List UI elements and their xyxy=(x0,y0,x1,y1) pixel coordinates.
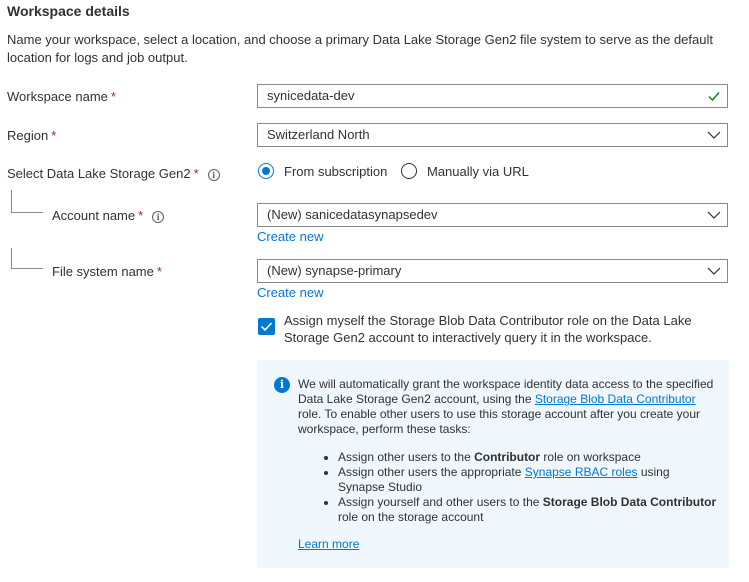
required-marker: * xyxy=(51,128,57,143)
region-label-text: Region xyxy=(7,128,49,143)
tree-connector xyxy=(11,248,43,269)
assign-role-checkbox[interactable] xyxy=(258,318,275,335)
radio-button-selected[interactable] xyxy=(258,163,274,179)
required-marker: * xyxy=(156,264,162,279)
list-item-text: role on the storage account xyxy=(338,510,484,524)
chevron-down-icon xyxy=(707,267,721,275)
file-system-name-label-text: File system name xyxy=(52,264,154,279)
chevron-down-icon xyxy=(707,211,721,219)
checkbox-check-icon xyxy=(260,322,273,332)
account-name-label: Account name * i xyxy=(52,208,165,223)
learn-more-link[interactable]: Learn more xyxy=(298,537,359,551)
required-marker: * xyxy=(138,208,144,223)
task-list: Assign other users to the Contributor ro… xyxy=(298,450,718,525)
list-item: Assign other users the appropriate Synap… xyxy=(338,465,718,495)
checkmark-icon xyxy=(708,92,720,102)
list-item-text: Assign other users to the xyxy=(338,450,475,464)
file-system-name-select[interactable]: (New) synapse-primary xyxy=(257,259,728,283)
tree-connector xyxy=(11,190,43,213)
chevron-down-icon xyxy=(707,131,721,139)
radio-manually-via-url-label[interactable]: Manually via URL xyxy=(427,164,529,179)
info-icon: i xyxy=(274,377,290,393)
workspace-name-input[interactable]: synicedata-dev xyxy=(257,84,728,108)
account-name-select[interactable]: (New) sanicedatasynapsedev xyxy=(257,203,728,227)
storage-label-text: Select Data Lake Storage Gen2 xyxy=(7,166,191,181)
info-intro-part: role. To enable other users to use this … xyxy=(298,407,701,436)
radio-button-unselected[interactable] xyxy=(401,163,417,179)
info-text: We will automatically grant the workspac… xyxy=(298,377,718,525)
list-item: Assign other users to the Contributor ro… xyxy=(338,450,718,465)
synapse-rbac-roles-link[interactable]: Synapse RBAC roles xyxy=(525,465,638,479)
radio-from-subscription[interactable] xyxy=(258,163,274,182)
required-marker: * xyxy=(110,89,116,104)
workspace-name-label-text: Workspace name xyxy=(7,89,108,104)
list-item-text: role on workspace xyxy=(540,450,641,464)
radio-manually-via-url[interactable] xyxy=(401,163,417,182)
section-description: Name your workspace, select a location, … xyxy=(7,32,713,65)
info-box: i We will automatically grant the worksp… xyxy=(257,360,729,568)
radio-from-subscription-label[interactable]: From subscription xyxy=(284,164,387,179)
list-item-bold: Storage Blob Data Contributor xyxy=(542,495,717,509)
list-item-text: Assign yourself and other users to the xyxy=(338,495,543,509)
list-item-text: Assign other users the appropriate xyxy=(338,465,525,479)
workspace-name-label: Workspace name * xyxy=(7,89,116,104)
info-intro: We will automatically grant the workspac… xyxy=(298,377,718,437)
create-new-account-link[interactable]: Create new xyxy=(257,229,323,244)
account-name-label-text: Account name xyxy=(52,208,136,223)
list-item: Assign yourself and other users to the S… xyxy=(338,495,718,525)
section-title: Workspace details xyxy=(7,3,130,19)
info-icon[interactable]: i xyxy=(207,168,220,181)
region-label: Region * xyxy=(7,128,56,143)
region-value: Switzerland North xyxy=(267,127,370,142)
required-marker: * xyxy=(193,166,199,181)
list-item-bold: Contributor xyxy=(474,450,541,464)
region-select[interactable]: Switzerland North xyxy=(257,123,728,147)
storage-label: Select Data Lake Storage Gen2 * i xyxy=(7,166,220,181)
storage-blob-data-contributor-link[interactable]: Storage Blob Data Contributor xyxy=(535,392,696,406)
file-system-name-value: (New) synapse-primary xyxy=(267,263,402,278)
file-system-name-label: File system name * xyxy=(52,264,162,279)
info-icon[interactable]: i xyxy=(152,210,165,223)
create-new-file-system-link[interactable]: Create new xyxy=(257,285,323,300)
workspace-name-value: synicedata-dev xyxy=(267,88,355,103)
account-name-value: (New) sanicedatasynapsedev xyxy=(267,207,438,222)
assign-role-text: Assign myself the Storage Blob Data Cont… xyxy=(284,313,692,345)
